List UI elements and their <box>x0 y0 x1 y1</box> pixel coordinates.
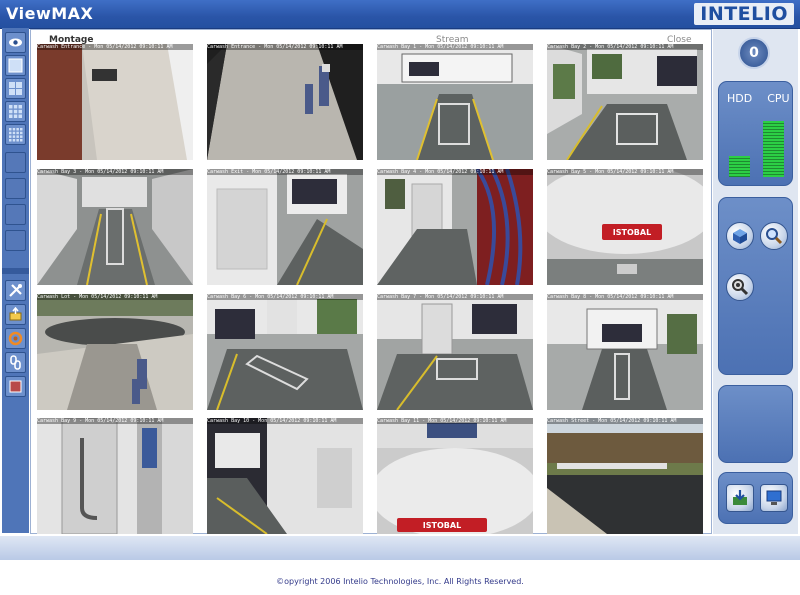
svg-text:ISTOBAL: ISTOBAL <box>423 521 461 530</box>
intelio-logo: INTELIO <box>694 3 794 25</box>
bottom-bar <box>0 536 800 560</box>
camera-timestamp: Carwash Bay 3 - Mon 05/14/2012 09:10:11 … <box>37 169 193 175</box>
camera-timestamp: Carwash Bay 6 - Mon 05/14/2012 09:10:11 … <box>207 294 363 300</box>
camera-timestamp: Carwash Bay 4 - Mon 05/14/2012 09:10:11 … <box>377 169 533 175</box>
single-view-icon[interactable] <box>5 55 26 76</box>
camera-tile[interactable]: Carwash Bay 1 - Mon 05/14/2012 09:10:11 … <box>377 44 533 160</box>
right-sidebar: 0 HDD CPU <box>713 29 798 534</box>
cpu-label: CPU <box>767 92 790 105</box>
camera-tile[interactable]: Carwash Street - Mon 05/14/2012 09:10:11… <box>547 418 703 534</box>
camera-tile[interactable]: Carwash Lot - Mon 05/14/2012 09:10:11 AM <box>37 294 193 410</box>
resource-meter-panel: HDD CPU <box>718 81 793 186</box>
camera-timestamp: Carwash Bay 7 - Mon 05/14/2012 09:10:11 … <box>377 294 533 300</box>
refresh-icon[interactable] <box>5 328 26 349</box>
magnifier-icon[interactable] <box>760 222 788 250</box>
svg-text:ISTOBAL: ISTOBAL <box>613 228 651 237</box>
export-icon[interactable] <box>5 304 26 325</box>
camera-tile[interactable]: Carwash Bay 2 - Mon 05/14/2012 09:10:11 … <box>547 44 703 160</box>
nine-view-icon[interactable] <box>5 101 26 122</box>
action-panel <box>718 197 793 375</box>
camera-timestamp: Carwash Street - Mon 05/14/2012 09:10:11… <box>547 418 703 424</box>
camera-tile[interactable]: Carwash Entrance - Mon 05/14/2012 09:10:… <box>207 44 363 160</box>
cpu-meter <box>763 121 784 177</box>
camera-tile[interactable]: Carwash Bay 8 - Mon 05/14/2012 09:10:11 … <box>547 294 703 410</box>
empty-slot-button[interactable] <box>5 230 26 251</box>
camera-timestamp: Carwash Bay 1 - Mon 05/14/2012 09:10:11 … <box>377 44 533 50</box>
left-toolbar <box>2 28 29 533</box>
monitor-icon[interactable] <box>760 484 788 512</box>
camera-tile[interactable]: Carwash Bay 9 - Mon 05/14/2012 09:10:11 … <box>37 418 193 534</box>
camera-timestamp: Carwash Bay 9 - Mon 05/14/2012 09:10:11 … <box>37 418 193 424</box>
event-counter[interactable]: 0 <box>738 37 770 69</box>
camera-search-icon[interactable] <box>726 273 754 301</box>
camera-tile[interactable]: Carwash Bay 3 - Mon 05/14/2012 09:10:11 … <box>37 169 193 285</box>
cube-icon[interactable] <box>726 222 754 250</box>
camera-tile[interactable]: ISTOBAL Carwash Bay 11 - Mon 05/14/2012 … <box>377 418 533 534</box>
empty-slot-button[interactable] <box>5 152 26 173</box>
camera-timestamp: Carwash Exit - Mon 05/14/2012 09:10:11 A… <box>207 169 363 175</box>
empty-slot-button[interactable] <box>5 178 26 199</box>
camera-timestamp: Carwash Bay 10 - Mon 05/14/2012 09:10:11… <box>207 418 363 424</box>
camera-timestamp: Carwash Entrance - Mon 05/14/2012 09:10:… <box>37 44 193 50</box>
save-icon[interactable] <box>726 484 754 512</box>
camera-tile[interactable]: Carwash Entrance - Mon 05/14/2012 09:10:… <box>37 44 193 160</box>
sixteen-view-icon[interactable] <box>5 124 26 145</box>
camera-timestamp: Carwash Bay 11 - Mon 05/14/2012 09:10:11… <box>377 418 533 424</box>
tools-icon[interactable] <box>5 280 26 301</box>
toolbar-divider <box>2 268 29 274</box>
camera-tile[interactable]: Carwash Exit - Mon 05/14/2012 09:10:11 A… <box>207 169 363 285</box>
montage-panel: Montage Stream Close Carwash Entrance - … <box>30 29 712 534</box>
camera-timestamp: Carwash Bay 8 - Mon 05/14/2012 09:10:11 … <box>547 294 703 300</box>
camera-tile[interactable]: ISTOBAL Carwash Bay 5 - Mon 05/14/2012 0… <box>547 169 703 285</box>
copyright-notice: ©opyright 2006 Intelio Technologies, Inc… <box>276 577 524 586</box>
empty-slot-button[interactable] <box>5 204 26 225</box>
title-bar: ViewMAX INTELIO <box>0 0 800 29</box>
meter-labels: HDD CPU <box>727 92 790 105</box>
camera-tile[interactable]: Carwash Bay 7 - Mon 05/14/2012 09:10:11 … <box>377 294 533 410</box>
link-icon[interactable] <box>5 352 26 373</box>
hdd-meter <box>729 156 750 177</box>
camera-tile[interactable]: Carwash Bay 10 - Mon 05/14/2012 09:10:11… <box>207 418 363 534</box>
camera-timestamp: Carwash Bay 5 - Mon 05/14/2012 09:10:11 … <box>547 169 703 175</box>
camera-grid: Carwash Entrance - Mon 05/14/2012 09:10:… <box>37 44 705 534</box>
info-panel <box>718 385 793 463</box>
hdd-label: HDD <box>727 92 753 105</box>
quad-view-icon[interactable] <box>5 78 26 99</box>
app-title: ViewMAX <box>6 4 94 23</box>
camera-timestamp: Carwash Lot - Mon 05/14/2012 09:10:11 AM <box>37 294 193 300</box>
camera-timestamp: Carwash Entrance - Mon 05/14/2012 09:10:… <box>207 44 363 50</box>
camera-timestamp: Carwash Bay 2 - Mon 05/14/2012 09:10:11 … <box>547 44 703 50</box>
camera-tile[interactable]: Carwash Bay 6 - Mon 05/14/2012 09:10:11 … <box>207 294 363 410</box>
system-panel <box>718 472 793 524</box>
camera-tile[interactable]: Carwash Bay 4 - Mon 05/14/2012 09:10:11 … <box>377 169 533 285</box>
record-icon[interactable] <box>5 376 26 397</box>
eye-icon[interactable] <box>5 32 26 53</box>
